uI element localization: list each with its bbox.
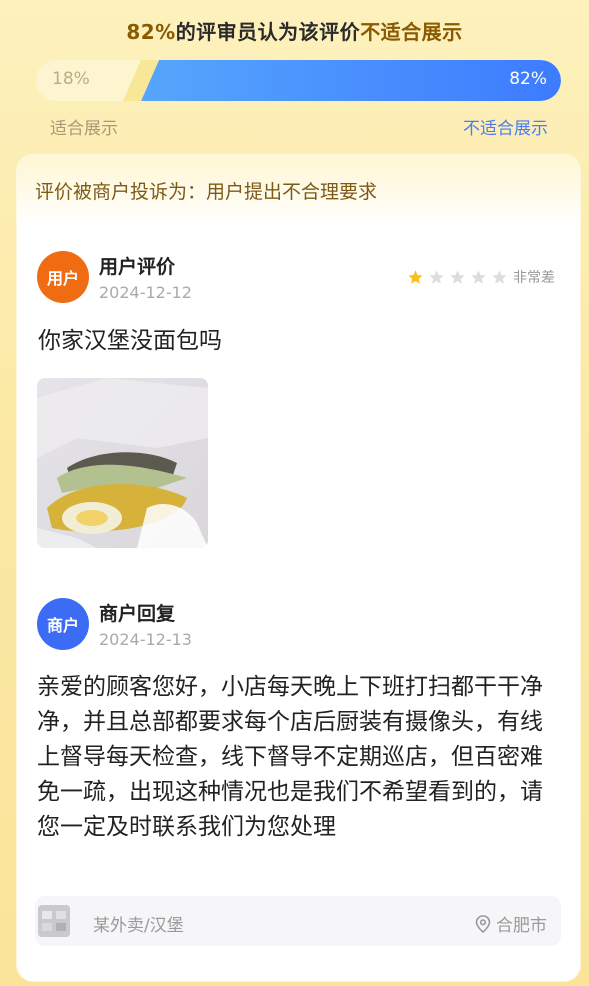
star-icon	[450, 269, 465, 284]
store-category: 某外卖/汉堡	[93, 916, 184, 936]
vote-bar-right-value: 82%	[509, 69, 547, 89]
user-review-date: 2024-12-12	[99, 283, 192, 302]
vote-bar: 18% 82%	[36, 60, 561, 101]
rating-label: 非常差	[513, 270, 555, 286]
summary-headline: 82%的评审员认为该评价不适合展示	[0, 16, 589, 45]
star-icon	[429, 269, 444, 284]
star-icon	[492, 269, 507, 284]
summary-text: 的评审员认为该评价	[175, 20, 361, 44]
star-rating: 非常差	[407, 267, 555, 287]
star-icon	[471, 269, 486, 284]
user-review-text: 你家汉堡没面包吗	[38, 328, 222, 354]
user-avatar: 用户	[37, 251, 89, 303]
review-photo[interactable]	[37, 378, 208, 548]
store-thumbnail-icon	[38, 905, 70, 937]
burger-photo-icon	[37, 378, 208, 548]
store-location: 合肥市	[475, 911, 547, 936]
vote-bar-unsuitable	[141, 60, 561, 101]
merchant-avatar: 商户	[37, 598, 89, 650]
unsuitable-label: 不适合展示	[463, 119, 548, 139]
summary-percent: 82%	[126, 20, 176, 44]
merchant-reply-date: 2024-12-13	[99, 630, 192, 649]
summary-verdict: 不适合展示	[360, 20, 463, 44]
merchant-reply-title: 商户回复	[99, 603, 176, 625]
review-card: 评价被商户投诉为：用户提出不合理要求 用户 用户评价 2024-12-12 非常…	[17, 155, 580, 981]
location-pin-icon	[475, 914, 491, 933]
store-info-bar[interactable]: 某外卖/汉堡 合肥市	[35, 896, 561, 946]
merchant-reply-text: 亲爱的顾客您好，小店每天晚上下班打扫都干干净净，并且总部都要求每个店后厨装有摄像…	[37, 674, 543, 840]
vote-bar-left-value: 18%	[52, 69, 90, 89]
location-label: 合肥市	[496, 916, 547, 936]
complaint-reason: 评价被商户投诉为：用户提出不合理要求	[17, 155, 580, 225]
suitable-label: 适合展示	[50, 119, 118, 139]
user-review-title: 用户评价	[99, 256, 176, 278]
star-icon	[408, 269, 423, 284]
